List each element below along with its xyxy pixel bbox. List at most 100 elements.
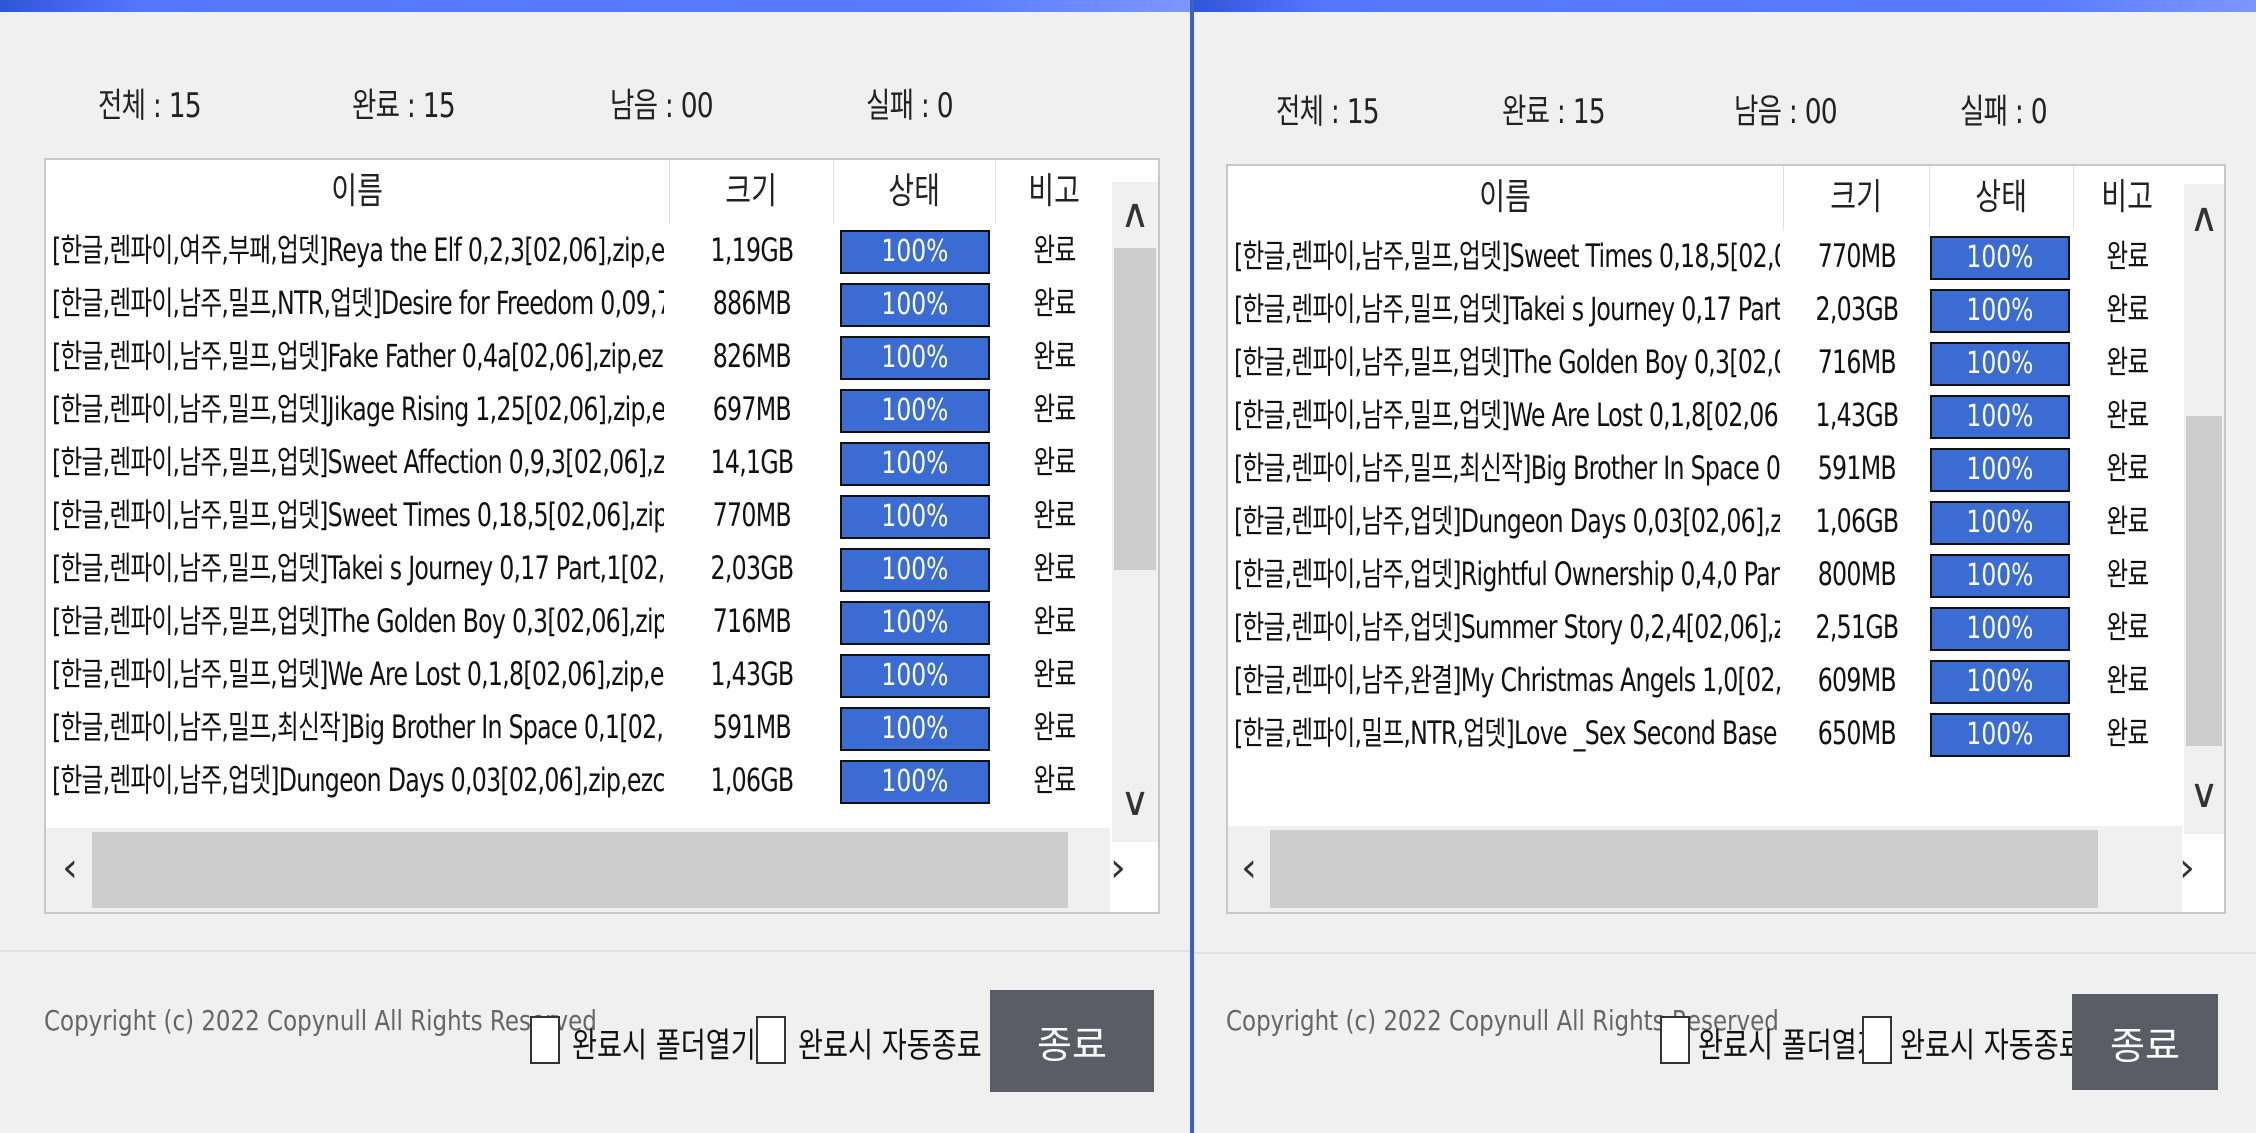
footer-divider xyxy=(1194,952,2256,954)
file-name-cell: [한글,렌파이,남주,밀프,업뎃]We Are Lost 0,1,8[02,06… xyxy=(52,655,664,693)
title-bar[interactable] xyxy=(0,0,1190,12)
download-list: 이름 크기 상태 비고 [한글,렌파이,남주,밀프,업뎃]Sweet Times… xyxy=(1226,164,2226,914)
table-row[interactable]: [한글,렌파이,남주,밀프,업뎃]Sweet Times 0,18,5[02,0… xyxy=(46,489,1110,542)
file-name-cell: [한글,렌파이,남주,밀프,업뎃]Fake Father 0,4a[02,06]… xyxy=(52,337,664,375)
auto-close-label[interactable]: 완료시 자동종료 xyxy=(1900,1018,2084,1067)
copyright-text: Copyright (c) 2022 Copynull All Rights R… xyxy=(44,1004,597,1037)
note-cell: 완료 xyxy=(1032,337,1076,375)
table-row[interactable]: [한글,렌파이,남주,업뎃]Dungeon Days 0,03[02,06],z… xyxy=(1228,495,2180,548)
horizontal-scroll-thumb[interactable] xyxy=(1270,830,2098,908)
stat-remaining: 남음 : 00 xyxy=(1734,92,1838,132)
auto-close-label[interactable]: 완료시 자동종료 xyxy=(798,1018,982,1067)
progress-label: 100% xyxy=(881,605,949,640)
scroll-down-icon[interactable]: ∨ xyxy=(2184,774,2224,814)
title-bar[interactable] xyxy=(1194,0,2256,12)
column-header-name[interactable]: 이름 xyxy=(1228,166,1784,230)
file-name-cell: [한글,렌파이,밀프,NTR,업뎃]Love _Sex Second Base … xyxy=(1234,714,1780,752)
scroll-up-icon[interactable]: ∧ xyxy=(1112,194,1158,234)
end-button[interactable]: 종료 xyxy=(2072,994,2218,1090)
scroll-left-icon[interactable]: ‹ xyxy=(52,848,88,888)
progress-label: 100% xyxy=(881,446,949,481)
file-name-cell: [한글,렌파이,남주,밀프,최신작]Big Brother In Space 0… xyxy=(1234,449,1780,487)
table-row[interactable]: [한글,렌파이,남주,밀프,최신작]Big Brother In Space 0… xyxy=(46,701,1110,754)
progress-bar: 100% xyxy=(1930,342,2070,386)
progress-bar: 100% xyxy=(1930,501,2070,545)
vertical-scrollbar[interactable]: ∧ ∨ xyxy=(1112,182,1158,842)
open-folder-label[interactable]: 완료시 폴더열기 xyxy=(572,1018,756,1067)
column-header-status[interactable]: 상태 xyxy=(834,160,996,224)
table-row[interactable]: [한글,렌파이,남주,밀프,업뎃]Sweet Times 0,18,5[02,0… xyxy=(1228,230,2180,283)
table-row[interactable]: [한글,렌파이,남주,밀프,업뎃]Sweet Affection 0,9,3[0… xyxy=(46,436,1110,489)
auto-close-checkbox[interactable] xyxy=(756,1016,786,1064)
scroll-right-icon[interactable]: › xyxy=(1100,848,1136,888)
note-cell: 완료 xyxy=(2105,290,2149,328)
table-body: [한글,렌파이,남주,밀프,업뎃]Sweet Times 0,18,5[02,0… xyxy=(1228,230,2182,830)
progress-bar: 100% xyxy=(1930,554,2070,598)
progress-label: 100% xyxy=(1966,611,2034,646)
stat-failed: 실패 : 0 xyxy=(866,86,954,126)
table-row[interactable]: [한글,렌파이,남주,밀프,업뎃]Jikage Rising 1,25[02,0… xyxy=(46,383,1110,436)
progress-label: 100% xyxy=(881,499,949,534)
column-header-note[interactable]: 비고 xyxy=(2074,166,2180,230)
table-row[interactable]: [한글,렌파이,남주,밀프,업뎃]We Are Lost 0,1,8[02,06… xyxy=(1228,389,2180,442)
note-cell: 완료 xyxy=(1032,761,1076,799)
table-row[interactable]: [한글,렌파이,남주,업뎃]Dungeon Days 0,03[02,06],z… xyxy=(46,754,1110,807)
table-row[interactable]: [한글,렌파이,남주,밀프,업뎃]The Golden Boy 0,3[02,0… xyxy=(46,595,1110,648)
note-cell: 완료 xyxy=(1032,231,1076,269)
progress-bar: 100% xyxy=(1930,448,2070,492)
table-row[interactable]: [한글,렌파이,남주,밀프,업뎃]Takei s Journey 0,17 Pa… xyxy=(46,542,1110,595)
vertical-scroll-thumb[interactable] xyxy=(2186,416,2222,746)
downloader-window-left: 전체 : 15 완료 : 15 남음 : 00 실패 : 0 이름 크기 상태 … xyxy=(0,0,1190,1133)
table-row[interactable]: [한글,렌파이,남주,밀프,업뎃]The Golden Boy 0,3[02,0… xyxy=(1228,336,2180,389)
table-row[interactable]: [한글,렌파이,남주,밀프,업뎃]Takei s Journey 0,17 Pa… xyxy=(1228,283,2180,336)
end-button[interactable]: 종료 xyxy=(990,990,1154,1092)
column-header-note[interactable]: 비고 xyxy=(996,160,1112,224)
horizontal-scroll-thumb[interactable] xyxy=(92,832,1068,908)
progress-bar: 100% xyxy=(1930,289,2070,333)
table-header: 이름 크기 상태 비고 xyxy=(46,160,1112,224)
horizontal-scrollbar[interactable]: ‹ › xyxy=(46,828,1126,912)
downloader-window-right: 전체 : 15 완료 : 15 남음 : 00 실패 : 0 이름 크기 상태 … xyxy=(1194,0,2256,1133)
table-row[interactable]: [한글,렌파이,남주,업뎃]Summer Story 0,2,4[02,06],… xyxy=(1228,601,2180,654)
stat-failed: 실패 : 0 xyxy=(1960,92,2048,132)
progress-bar: 100% xyxy=(1930,236,2070,280)
file-size-cell: 2,03GB xyxy=(710,549,795,587)
file-name-cell: [한글,렌파이,여주,부패,업뎃]Reya the Elf 0,2,3[02,0… xyxy=(52,231,664,269)
column-header-size[interactable]: 크기 xyxy=(670,160,834,224)
vertical-scroll-thumb[interactable] xyxy=(1114,248,1156,570)
table-row[interactable]: [한글,렌파이,남주,업뎃]Rightful Ownership 0,4,0 P… xyxy=(1228,548,2180,601)
column-header-status[interactable]: 상태 xyxy=(1930,166,2074,230)
file-size-cell: 770MB xyxy=(1817,237,1897,275)
file-size-cell: 800MB xyxy=(1817,555,1897,593)
vertical-scrollbar[interactable]: ∧ ∨ xyxy=(2184,184,2224,834)
scroll-down-icon[interactable]: ∨ xyxy=(1112,782,1158,822)
open-folder-label[interactable]: 완료시 폴더열기 xyxy=(1698,1018,1882,1067)
file-name-cell: [한글,렌파이,남주,밀프,업뎃]Sweet Times 0,18,5[02,0… xyxy=(52,496,664,534)
note-cell: 완료 xyxy=(1032,655,1076,693)
table-row[interactable]: [한글,렌파이,남주,밀프,최신작]Big Brother In Space 0… xyxy=(1228,442,2180,495)
table-row[interactable]: [한글,렌파이,남주,밀프,업뎃]Fake Father 0,4a[02,06]… xyxy=(46,330,1110,383)
column-header-name[interactable]: 이름 xyxy=(46,160,670,224)
column-header-size[interactable]: 크기 xyxy=(1784,166,1930,230)
scroll-right-icon[interactable]: › xyxy=(2170,848,2204,888)
download-list: 이름 크기 상태 비고 [한글,렌파이,여주,부패,업뎃]Reya the El… xyxy=(44,158,1160,914)
stats-bar: 전체 : 15 완료 : 15 남음 : 00 실패 : 0 xyxy=(0,78,1190,128)
progress-label: 100% xyxy=(1966,558,2034,593)
scroll-up-icon[interactable]: ∧ xyxy=(2184,198,2224,238)
open-folder-checkbox[interactable] xyxy=(1660,1016,1690,1064)
table-row[interactable]: [한글,렌파이,밀프,NTR,업뎃]Love _Sex Second Base … xyxy=(1228,707,2180,760)
progress-bar: 100% xyxy=(840,336,990,380)
file-size-cell: 650MB xyxy=(1817,714,1897,752)
table-row[interactable]: [한글,렌파이,남주,밀프,NTR,업뎃]Desire for Freedom … xyxy=(46,277,1110,330)
note-cell: 완료 xyxy=(1032,390,1076,428)
file-name-cell: [한글,렌파이,남주,밀프,업뎃]Sweet Affection 0,9,3[0… xyxy=(52,443,664,481)
horizontal-scrollbar[interactable]: ‹ › xyxy=(1228,826,2195,912)
table-row[interactable]: [한글,렌파이,남주,밀프,업뎃]We Are Lost 0,1,8[02,06… xyxy=(46,648,1110,701)
file-size-cell: 770MB xyxy=(712,496,792,534)
progress-label: 100% xyxy=(1966,399,2034,434)
table-row[interactable]: [한글,렌파이,여주,부패,업뎃]Reya the Elf 0,2,3[02,0… xyxy=(46,224,1110,277)
table-row[interactable]: [한글,렌파이,남주,완결]My Christmas Angels 1,0[02… xyxy=(1228,654,2180,707)
open-folder-checkbox[interactable] xyxy=(530,1016,560,1064)
auto-close-checkbox[interactable] xyxy=(1862,1016,1892,1064)
scroll-left-icon[interactable]: ‹ xyxy=(1232,848,1266,888)
